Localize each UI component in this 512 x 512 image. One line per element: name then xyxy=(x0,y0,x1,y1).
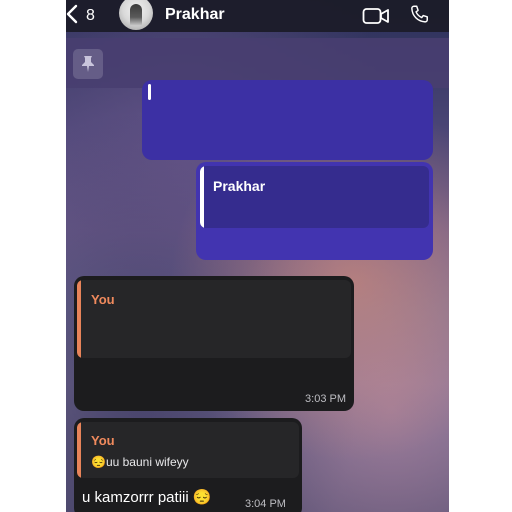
reply-quoted-text: 😔uu bauni wifeyy xyxy=(91,455,189,469)
incoming-message[interactable]: You 3:03 PM xyxy=(74,276,354,411)
phone-icon[interactable] xyxy=(408,4,430,31)
back-button[interactable]: 8 xyxy=(66,4,106,28)
reply-author: You xyxy=(91,292,115,307)
incoming-message[interactable]: You 😔uu bauni wifeyy u kamzorrr patiii 😔… xyxy=(74,418,302,512)
reply-preview[interactable]: Prakhar xyxy=(200,166,429,228)
avatar[interactable] xyxy=(119,0,153,30)
reply-quote-bar xyxy=(148,84,151,100)
message-text: u kamzorrr patiii 😔 xyxy=(82,489,212,506)
contact-name[interactable]: Prakhar xyxy=(165,6,225,24)
chevron-left-icon xyxy=(66,4,78,29)
reply-preview[interactable]: You xyxy=(77,280,351,358)
message-timestamp: 3:04 PM xyxy=(245,498,286,510)
outgoing-message[interactable] xyxy=(142,80,433,160)
unread-count: 8 xyxy=(86,7,95,24)
pin-icon xyxy=(73,49,103,79)
message-timestamp: 3:03 PM xyxy=(305,393,346,405)
reply-quote-bar xyxy=(77,422,81,478)
chat-screen: 8 Prakhar Prakhar You 3:03 PM You 😔uu ba… xyxy=(66,0,449,512)
chat-header: 8 Prakhar xyxy=(66,0,449,32)
reply-quote-bar xyxy=(77,280,81,358)
video-call-icon[interactable] xyxy=(362,6,390,31)
reply-quote-bar xyxy=(200,166,204,228)
reply-author: Prakhar xyxy=(213,178,266,194)
reply-preview[interactable]: You 😔uu bauni wifeyy xyxy=(77,422,299,478)
reply-author: You xyxy=(91,433,115,448)
outgoing-message[interactable]: Prakhar xyxy=(196,162,433,260)
